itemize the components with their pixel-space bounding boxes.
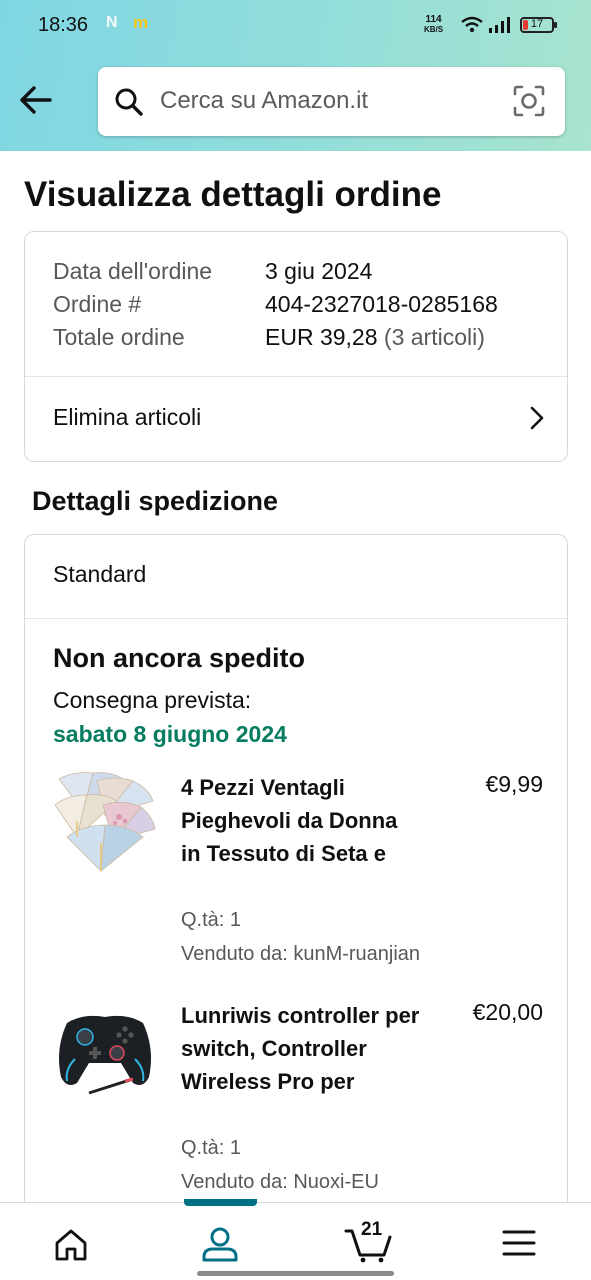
product-title-link[interactable]: 4 Pezzi Ventagli Pieghevoli da Donna in …: [181, 771, 421, 870]
wifi-icon: [461, 16, 483, 33]
notification-n-icon: N: [106, 14, 118, 31]
network-speed-unit: KB/S: [424, 25, 444, 34]
product-price: €9,99: [485, 771, 543, 797]
order-date-value: 3 giu 2024: [265, 258, 373, 284]
product-title-link[interactable]: Lunriwis controller per switch, Controll…: [181, 999, 421, 1098]
arrow-left-icon: [20, 86, 52, 114]
signal-icon: [489, 17, 510, 33]
product-seller: Venduto da: kunM-ruanjian: [181, 943, 421, 965]
delivery-date: sabato 8 giugno 2024: [53, 721, 287, 747]
order-total-value: EUR 39,28 (3 articoli): [265, 324, 485, 351]
battery-percent: 17: [530, 18, 544, 30]
shipping-divider: [25, 618, 567, 619]
cart-count-badge: 21: [361, 1219, 383, 1240]
order-item-count: (3 articoli): [377, 324, 485, 350]
nav-account[interactable]: [170, 1203, 270, 1280]
battery-icon: 17: [520, 17, 557, 33]
product-quantity: Q.tà: 1: [181, 909, 242, 931]
delivery-label: Consegna prevista:: [53, 687, 252, 713]
network-speed: 114 KB/S: [424, 15, 443, 35]
order-item: 4 Pezzi Ventagli Pieghevoli da Donna in …: [53, 771, 543, 971]
search-bar[interactable]: [98, 67, 565, 136]
chevron-right-icon: [530, 406, 544, 430]
order-item: Lunriwis controller per switch, Controll…: [53, 999, 543, 1199]
product-seller: Venduto da: Nuoxi-EU: [181, 1171, 379, 1193]
shipping-method: Standard: [53, 561, 147, 587]
home-icon: [55, 1229, 87, 1261]
order-total-amount: EUR 39,28: [265, 324, 378, 350]
nav-home[interactable]: [21, 1203, 121, 1280]
product-price: €20,00: [472, 999, 543, 1025]
order-number-label: Ordine #: [53, 291, 142, 317]
account-icon: [202, 1227, 238, 1262]
product-image-fans[interactable]: [53, 771, 157, 875]
gesture-bar[interactable]: [197, 1271, 394, 1276]
product-quantity: Q.tà: 1: [181, 1137, 242, 1159]
product-image-controller[interactable]: [53, 999, 157, 1103]
header: 18:36 N m 114 KB/S 17: [0, 0, 591, 151]
order-summary-card: Data dell'ordine 3 giu 2024 Ordine # 404…: [24, 231, 568, 462]
remove-items-label: Elimina articoli: [53, 404, 202, 430]
bottom-navigation: [0, 1199, 591, 1280]
back-button[interactable]: [18, 84, 58, 120]
remove-items-button[interactable]: Elimina articoli: [25, 377, 567, 462]
camera-scan-icon[interactable]: [512, 84, 546, 118]
nav-menu[interactable]: [468, 1203, 568, 1280]
order-total-label: Totale ordine: [53, 324, 185, 350]
shipping-card: Standard Non ancora spedito Consegna pre…: [24, 534, 568, 1234]
page-title: Visualizza dettagli ordine: [24, 175, 442, 214]
shipment-status: Non ancora spedito: [53, 643, 306, 673]
status-time: 18:36: [38, 14, 89, 36]
search-icon: [115, 88, 143, 116]
network-speed-value: 114: [425, 14, 442, 25]
search-input[interactable]: [160, 81, 490, 121]
order-date-label: Data dell'ordine: [53, 258, 213, 284]
nav-cart[interactable]: [318, 1203, 418, 1280]
status-bar: 18:36 N m 114 KB/S 17: [0, 0, 591, 54]
shipping-section-title: Dettagli spedizione: [32, 486, 279, 516]
order-number-value: 404-2327018-0285168: [265, 291, 498, 317]
menu-icon: [502, 1230, 536, 1256]
notification-mcdonalds-icon: m: [133, 13, 149, 32]
